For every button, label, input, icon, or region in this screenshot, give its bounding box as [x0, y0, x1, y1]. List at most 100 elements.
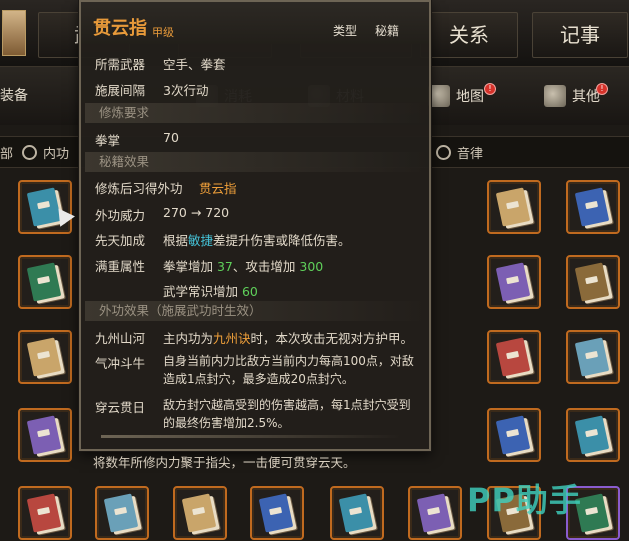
effect-text: 主内功为 [163, 331, 214, 346]
effect-2-label: 气冲斗牛 [95, 356, 146, 371]
full-line-1: 拳掌增加 37、攻击增加 300 [163, 256, 323, 275]
effect-1-label: 九州山河 [95, 331, 146, 346]
tooltip-header: 贯云指 甲级 类型 秘籍 [81, 2, 429, 44]
bulb-icon [544, 85, 566, 107]
learn-value: 贯云指 [199, 181, 237, 196]
flavor-text: 将数年所修内力聚于指尖，一击便可贯穿云天。 [93, 455, 356, 470]
book-icon [574, 187, 610, 227]
full-text: 武学常识增加 [163, 284, 242, 299]
interval-label: 施展间隔 [95, 83, 146, 98]
map-alert-badge: ! [484, 83, 496, 95]
weapon-value: 空手、拳套 [163, 57, 226, 72]
full-text: 拳掌增加 [163, 259, 217, 274]
item-tooltip: 贯云指 甲级 类型 秘籍 所需武器 空手、拳套 施展间隔 3次行动 修炼要求 拳… [79, 0, 431, 451]
character-portrait[interactable] [2, 10, 26, 56]
category-label: 地图 [456, 89, 484, 105]
effect-2-text: 自身当前内力比敌方当前内力每高100点，对敌造成1点封穴，最多造成20点封穴。 [163, 354, 414, 386]
book-icon [103, 493, 139, 533]
full-number: 60 [241, 284, 258, 299]
book-icon [574, 262, 610, 302]
book-slot[interactable] [487, 408, 541, 462]
map-icon [428, 85, 450, 107]
category-other[interactable]: 其他 [544, 85, 600, 107]
book-icon [495, 262, 531, 302]
effect-highlight: 九州诀 [213, 331, 251, 346]
outer-effects-section: 外功效果（施展武功时生效） [85, 301, 429, 321]
book-icon [26, 337, 62, 377]
book-slot[interactable] [566, 255, 620, 309]
learn-label: 修炼后习得外功 [95, 181, 183, 196]
effect-3-text: 敌方封穴越高受到的伤害越高，每1点封穴受到的最终伤害增加2.5%。 [163, 398, 411, 430]
book-slot[interactable] [330, 486, 384, 540]
book-slot[interactable] [408, 486, 462, 540]
weapon-label: 所需武器 [95, 57, 146, 72]
full-number: 300 [299, 259, 324, 274]
book-icon [495, 187, 531, 227]
effect-3-label: 穿云贯日 [95, 400, 146, 415]
book-icon [258, 493, 294, 533]
innate-stat: 敏捷 [188, 233, 214, 248]
book-icon [181, 493, 217, 533]
category-equipment[interactable]: 装备 [0, 85, 28, 105]
filter-label: 部 [0, 147, 14, 162]
book-slot[interactable] [173, 486, 227, 540]
filter-label: 音律 [457, 147, 484, 162]
book-icon [495, 415, 531, 455]
radio-icon [22, 145, 37, 160]
full-line-2: 武学常识增加 60 [163, 281, 258, 300]
book-icon [338, 493, 374, 533]
book-icon [574, 337, 610, 377]
category-label: 装备 [0, 88, 28, 104]
innate-text: 根据 [163, 233, 189, 248]
book-icon [574, 415, 610, 455]
book-slot[interactable] [487, 330, 541, 384]
other-alert-badge: ! [596, 83, 608, 95]
book-icon [26, 262, 62, 302]
tab-relations[interactable]: 关系 [420, 12, 518, 58]
interval-value: 3次行动 [163, 83, 209, 98]
power-value: 270 → 720 [163, 205, 230, 220]
effects-section: 秘籍效果 [85, 152, 429, 172]
type-value: 秘籍 [375, 24, 400, 38]
book-slot[interactable] [18, 408, 72, 462]
requirements-section: 修炼要求 [85, 103, 429, 123]
book-slot[interactable] [566, 408, 620, 462]
category-map[interactable]: 地图 [428, 85, 484, 107]
book-icon [26, 415, 62, 455]
filter-neigong[interactable]: 内功 [22, 143, 69, 162]
book-icon [26, 493, 62, 533]
book-slot[interactable] [18, 255, 72, 309]
tooltip-divider [101, 435, 401, 438]
requirement-value: 70 [163, 130, 179, 145]
power-label: 外功威力 [95, 208, 146, 223]
filter-all[interactable]: 部 [0, 143, 13, 162]
innate-label: 先天加成 [95, 233, 146, 248]
type-label: 类型 [333, 24, 358, 38]
tab-label: 记事 [560, 23, 600, 47]
radio-icon [436, 145, 451, 160]
tab-label: 关系 [449, 23, 489, 47]
requirement-label: 拳掌 [95, 133, 121, 148]
book-slot[interactable] [18, 486, 72, 540]
book-slot[interactable] [95, 486, 149, 540]
book-slot[interactable] [18, 330, 72, 384]
book-icon [495, 337, 531, 377]
book-icon [416, 493, 452, 533]
full-number: 37 [216, 259, 233, 274]
effect-text: 时，本次攻击无视对方护甲。 [250, 331, 414, 346]
full-text: 、攻击增加 [232, 259, 300, 274]
innate-text: 差提升伤害或降低伤害。 [213, 233, 351, 248]
book-slot[interactable] [566, 180, 620, 234]
filter-label: 内功 [43, 147, 70, 162]
watermark-logo: PP助手 [467, 481, 582, 519]
item-title: 贯云指 [93, 18, 147, 39]
book-slot[interactable] [566, 330, 620, 384]
innate-value: 根据敏捷差提升伤害或降低伤害。 [163, 230, 351, 249]
book-slot[interactable] [250, 486, 304, 540]
book-slot[interactable] [487, 255, 541, 309]
book-slot[interactable] [487, 180, 541, 234]
item-grade: 甲级 [152, 26, 174, 39]
tab-journal[interactable]: 记事 [532, 12, 628, 58]
full-label: 满重属性 [95, 259, 146, 274]
filter-music[interactable]: 音律 [436, 143, 483, 162]
